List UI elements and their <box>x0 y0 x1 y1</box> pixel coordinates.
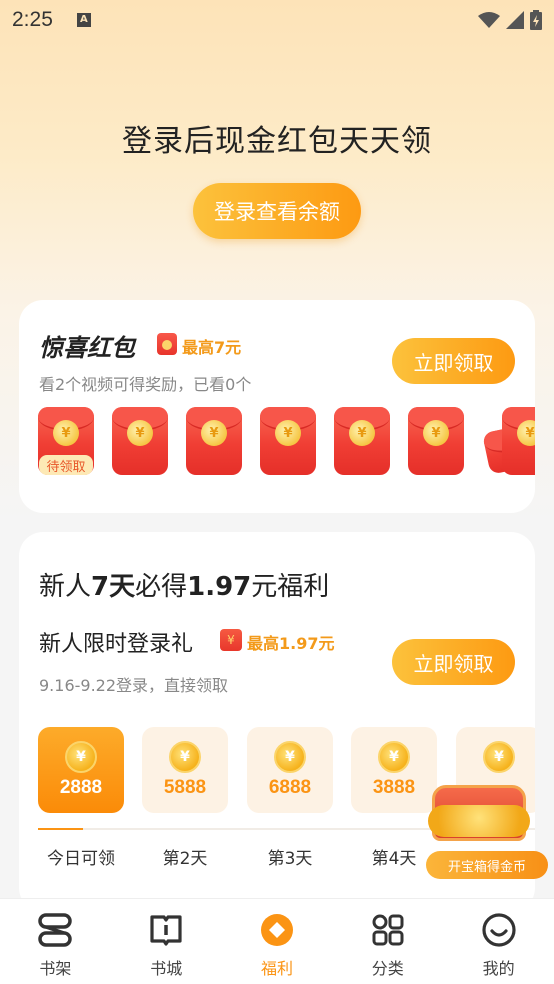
yuan-coin-icon: ¥ <box>517 420 535 446</box>
yuan-coin-icon: ¥ <box>201 420 227 446</box>
yuan-coin-icon: ¥ <box>65 741 97 773</box>
newbie-card-title: 新人7天必得1.97元福利 <box>39 566 329 603</box>
day-reward-value: 5888 <box>163 777 207 798</box>
day-reward-label: 第3天 <box>267 849 313 867</box>
nav-label: 分类 <box>371 959 404 978</box>
yuan-coin-icon: ¥ <box>169 741 201 773</box>
title-part: 元福利 <box>251 572 330 602</box>
day-reward-value: 6888 <box>268 777 312 798</box>
gold-coins-icon <box>428 805 530 837</box>
yuan-coin-icon: ¥ <box>274 741 306 773</box>
surprise-title: 惊喜红包 <box>39 334 135 362</box>
day-reward-3[interactable]: ¥ 6888 <box>247 727 333 813</box>
progress-fill <box>38 828 83 830</box>
nav-item-profile[interactable]: 我的 <box>443 899 554 984</box>
red-envelope[interactable]: ¥ <box>408 407 464 475</box>
yuan-coin-icon: ¥ <box>423 420 449 446</box>
day-reward-value: 3888 <box>372 777 416 798</box>
mini-envelope-icon <box>157 333 177 355</box>
signal-icon <box>506 11 524 29</box>
pending-tag: 待领取 <box>39 455 93 475</box>
yuan-coin-icon: ¥ <box>349 420 375 446</box>
gift-envelope-icon: ¥ <box>220 629 242 651</box>
title-part: 7天 <box>91 572 136 602</box>
red-envelope[interactable]: ¥ <box>260 407 316 475</box>
profile-icon <box>480 911 518 949</box>
red-envelope[interactable]: ¥ <box>502 407 535 475</box>
gift-claim-button[interactable]: 立即领取 <box>392 639 515 685</box>
notification-icon: A <box>76 13 91 27</box>
status-time: 2:25 <box>12 8 53 31</box>
day-reward-2[interactable]: ¥ 5888 <box>142 727 228 813</box>
day-reward-label: 今日可领 <box>47 849 115 867</box>
title-part: 1.97 <box>187 572 252 602</box>
status-bar: 2:25 A <box>0 0 554 40</box>
hero-title: 登录后现金红包天天领 <box>122 124 432 159</box>
nav-label: 福利 <box>260 959 293 978</box>
title-part: 新人 <box>39 572 92 602</box>
day-reward-value: 2888 <box>59 777 103 798</box>
nav-item-bookshelf[interactable]: 书架 <box>0 899 111 984</box>
surprise-subtitle: 看2个视频可得奖励，已看0个 <box>39 375 252 394</box>
surprise-envelope-card: 惊喜红包 最高7元 看2个视频可得奖励，已看0个 立即领取 ¥ 待领取 ¥ ¥ … <box>19 300 535 513</box>
surprise-max-amount: 最高7元 <box>182 338 242 357</box>
red-envelope[interactable]: ¥ <box>112 407 168 475</box>
category-grid-icon <box>369 911 407 949</box>
gift-title: 新人限时登录礼 <box>39 632 194 657</box>
gift-max-amount: 最高1.97元 <box>247 634 335 653</box>
nav-label: 我的 <box>482 959 515 978</box>
wifi-icon <box>478 12 500 28</box>
red-envelope[interactable]: ¥ <box>334 407 390 475</box>
bottom-nav: 书架 书城 福利 分类 我的 <box>0 898 554 984</box>
welfare-icon <box>258 911 296 949</box>
battery-icon <box>530 10 542 30</box>
treasure-chest-button[interactable]: 开宝箱得金币 <box>420 765 548 883</box>
login-button[interactable]: 登录查看余额 <box>193 183 361 239</box>
treasure-label: 开宝箱得金币 <box>426 851 548 879</box>
day-reward-1[interactable]: ¥ 2888 <box>38 727 124 813</box>
yuan-coin-icon: ¥ <box>53 420 79 446</box>
yuan-coin-icon: ¥ <box>127 420 153 446</box>
envelope-row: ¥ 待领取 ¥ ¥ ¥ ¥ ¥ ¥ <box>38 407 535 479</box>
gift-date-text: 9.16-9.22登录，直接领取 <box>39 676 229 695</box>
book-store-icon <box>147 911 185 949</box>
day-reward-label: 第2天 <box>162 849 208 867</box>
red-envelope[interactable]: ¥ <box>186 407 242 475</box>
title-part: 必得 <box>135 572 188 602</box>
nav-item-welfare[interactable]: 福利 <box>222 899 333 984</box>
bookshelf-icon <box>36 911 74 949</box>
nav-label: 书架 <box>39 959 72 978</box>
yuan-coin-icon: ¥ <box>378 741 410 773</box>
red-envelope[interactable]: ¥ 待领取 <box>38 407 94 475</box>
yuan-coin-icon: ¥ <box>275 420 301 446</box>
surprise-claim-button[interactable]: 立即领取 <box>392 338 515 384</box>
nav-item-category[interactable]: 分类 <box>332 899 443 984</box>
nav-label: 书城 <box>150 959 183 978</box>
nav-item-bookstore[interactable]: 书城 <box>111 899 222 984</box>
